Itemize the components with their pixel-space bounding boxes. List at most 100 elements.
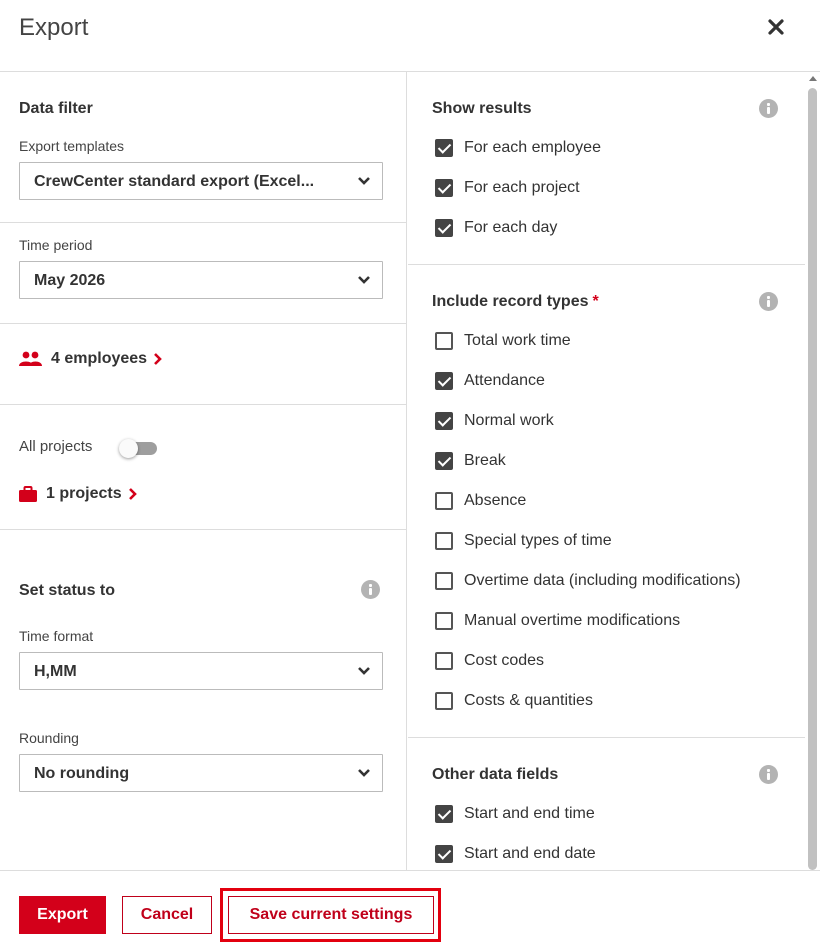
left-panel: Data filter Export templates CrewCenter … [0,72,407,870]
divider [0,529,406,530]
time-format-label: Time format [19,628,94,644]
info-icon[interactable] [759,765,778,784]
checkbox-label: Start and end date [464,845,596,862]
checkbox[interactable] [435,692,453,710]
chevron-right-icon [128,488,137,500]
checkbox-label: Start and end time [464,805,595,822]
checkbox[interactable] [435,612,453,630]
checkbox-attendance[interactable]: Attendance [435,372,545,390]
export-templates-value: CrewCenter standard export (Excel... [34,173,315,190]
info-icon[interactable] [759,292,778,311]
all-projects-label: All projects [19,438,93,455]
all-projects-toggle[interactable] [119,439,157,458]
people-icon [19,351,42,366]
time-period-label: Time period [19,237,93,253]
checkbox[interactable] [435,412,453,430]
show-results-title: Show results [432,100,532,117]
checkbox[interactable] [435,452,453,470]
checkbox-label: Costs & quantities [464,692,593,709]
checkbox[interactable] [435,332,453,350]
checkbox-label: Special types of time [464,532,612,549]
chevron-down-icon [358,667,370,675]
checkbox-for-each-day[interactable]: For each day [435,219,557,237]
chevron-right-icon [154,353,162,365]
checkbox-normal-work[interactable]: Normal work [435,412,554,430]
checkbox-label: For each day [464,219,558,236]
rounding-select[interactable]: No rounding [19,754,383,792]
briefcase-icon [19,486,37,502]
chevron-down-icon [358,276,370,284]
checkbox[interactable] [435,139,453,157]
checkbox-absence[interactable]: Absence [435,492,526,510]
chevron-down-icon [358,769,370,777]
checkbox[interactable] [435,845,453,863]
checkbox-label: Attendance [464,372,545,389]
checkbox-label: Normal work [464,412,554,429]
time-period-select[interactable]: May 2026 [19,261,383,299]
checkbox[interactable] [435,492,453,510]
checkbox-label: Cost codes [464,652,545,669]
checkbox-label: Absence [464,492,527,509]
checkbox-costs-quantities[interactable]: Costs & quantities [435,692,593,710]
divider [0,222,406,223]
checkbox-label: Manual overtime modifications [464,612,681,629]
rounding-value: No rounding [34,765,130,782]
other-fields-title: Other data fields [432,766,559,783]
checkbox-start-end-date[interactable]: Start and end date [435,845,596,863]
employees-link[interactable]: 4 employees [19,350,163,368]
chevron-down-icon [358,177,370,185]
employees-link-label: 4 employees [51,350,148,367]
time-format-value: H,MM [34,663,77,680]
checkbox-special-types[interactable]: Special types of time [435,532,612,550]
checkbox-label: Total work time [464,332,571,349]
scrollbar[interactable] [806,72,820,870]
checkbox-for-each-employee[interactable]: For each employee [435,139,601,157]
checkbox-label: For each project [464,179,580,196]
export-button[interactable]: Export [19,896,106,934]
checkbox-label: Break [464,452,506,469]
rounding-label: Rounding [19,730,79,746]
time-format-select[interactable]: H,MM [19,652,383,690]
info-icon[interactable] [361,580,380,599]
checkbox[interactable] [435,372,453,390]
checkbox-label: For each employee [464,139,601,156]
set-status-title: Set status to [19,582,116,599]
checkbox[interactable] [435,572,453,590]
scroll-up-arrow-icon[interactable] [809,76,817,81]
record-types-title: Include record types * [432,293,599,311]
checkbox[interactable] [435,805,453,823]
divider [408,264,805,265]
info-icon[interactable] [759,99,778,118]
checkbox-overtime-data[interactable]: Overtime data (including modifications) [435,572,741,590]
checkbox-manual-overtime[interactable]: Manual overtime modifications [435,612,680,630]
checkbox-start-end-time[interactable]: Start and end time [435,805,595,823]
required-mark: * [592,293,599,310]
projects-link[interactable]: 1 projects [19,485,138,503]
save-settings-button[interactable]: Save current settings [228,896,434,934]
divider [408,737,805,738]
toggle-knob [119,439,138,458]
checkbox-break[interactable]: Break [435,452,506,470]
checkbox[interactable] [435,179,453,197]
dialog-footer: Export Cancel Save current settings [0,870,820,948]
record-types-title-text: Include record types [432,293,589,310]
export-templates-label: Export templates [19,138,125,154]
export-templates-select[interactable]: CrewCenter standard export (Excel... [19,162,383,200]
time-period-value: May 2026 [34,272,106,289]
checkbox[interactable] [435,532,453,550]
projects-link-label: 1 projects [46,485,122,502]
scrollbar-thumb[interactable] [808,88,817,870]
close-icon[interactable] [767,17,785,37]
divider [0,404,406,405]
divider [0,323,406,324]
right-panel: Show results For each employee For each … [408,72,805,870]
checkbox[interactable] [435,219,453,237]
dialog-header: Export [0,0,820,72]
cancel-button[interactable]: Cancel [122,896,212,934]
checkbox-cost-codes[interactable]: Cost codes [435,652,544,670]
checkbox-for-each-project[interactable]: For each project [435,179,580,197]
checkbox-total-work-time[interactable]: Total work time [435,332,571,350]
checkbox[interactable] [435,652,453,670]
dialog-title: Export [19,14,89,41]
checkbox-label: Overtime data (including modifications) [464,572,741,589]
